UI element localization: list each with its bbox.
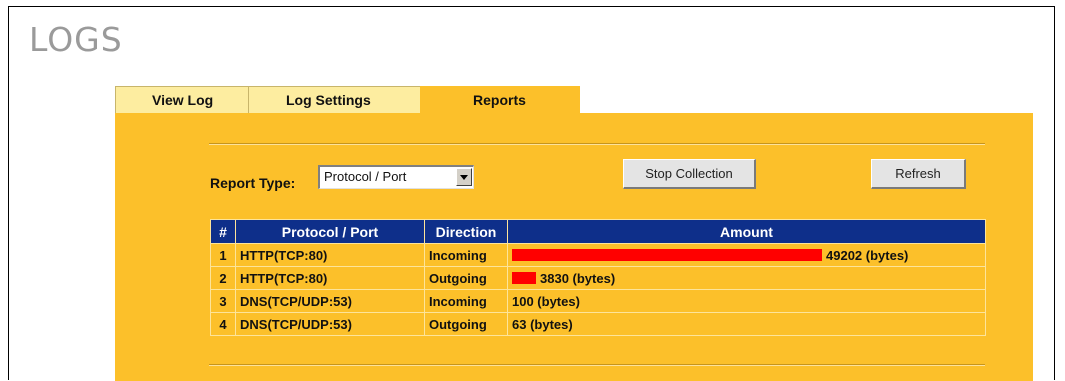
row-amount: 63 (bytes) (508, 313, 985, 335)
divider-top (209, 143, 985, 145)
header-protocol-port: Protocol / Port (236, 220, 424, 243)
page-title: LOGS (29, 20, 123, 59)
table-row: 3 DNS(TCP/UDP:53) Incoming 100 (bytes) (211, 290, 985, 312)
amount-bar (512, 272, 536, 284)
row-direction: Outgoing (425, 267, 507, 289)
row-num: 4 (211, 313, 235, 335)
row-amount: 3830 (bytes) (508, 267, 985, 289)
report-type-label: Report Type: (210, 175, 296, 191)
row-direction: Outgoing (425, 313, 507, 335)
header-direction: Direction (425, 220, 507, 243)
row-num: 3 (211, 290, 235, 312)
table-row: 4 DNS(TCP/UDP:53) Outgoing 63 (bytes) (211, 313, 985, 335)
header-amount: Amount (508, 220, 985, 243)
row-direction: Incoming (425, 290, 507, 312)
refresh-button[interactable]: Refresh (871, 159, 966, 189)
tab-log-settings[interactable]: Log Settings (248, 86, 420, 113)
row-protocol: DNS(TCP/UDP:53) (236, 313, 424, 335)
report-type-select[interactable]: Protocol / Port (318, 165, 474, 189)
report-type-value: Protocol / Port (324, 169, 407, 184)
row-num: 2 (211, 267, 235, 289)
row-protocol: HTTP(TCP:80) (236, 267, 424, 289)
amount-text: 63 (bytes) (512, 316, 573, 332)
amount-text: 49202 (bytes) (826, 247, 909, 263)
amount-text: 3830 (bytes) (540, 270, 616, 286)
stop-collection-button[interactable]: Stop Collection (623, 159, 756, 189)
divider-bottom (209, 364, 985, 366)
row-num: 1 (211, 244, 235, 266)
table-header-row: # Protocol / Port Direction Amount (211, 220, 985, 243)
amount-bar (512, 249, 822, 261)
tab-reports[interactable]: Reports (420, 86, 580, 113)
header-num: # (211, 220, 235, 243)
table-row: 1 HTTP(TCP:80) Incoming 49202 (bytes) (211, 244, 985, 266)
tab-bar: View Log Log Settings Reports (115, 86, 580, 113)
table-row: 2 HTTP(TCP:80) Outgoing 3830 (bytes) (211, 267, 985, 289)
amount-text: 100 (bytes) (512, 293, 580, 309)
row-amount: 49202 (bytes) (508, 244, 985, 266)
reports-panel: Report Type: Protocol / Port Stop Collec… (115, 113, 1033, 381)
row-amount: 100 (bytes) (508, 290, 985, 312)
report-table: # Protocol / Port Direction Amount 1 HTT… (210, 219, 986, 336)
tab-view-log[interactable]: View Log (115, 86, 248, 113)
row-protocol: DNS(TCP/UDP:53) (236, 290, 424, 312)
row-direction: Incoming (425, 244, 507, 266)
chevron-down-icon[interactable] (456, 168, 472, 186)
row-protocol: HTTP(TCP:80) (236, 244, 424, 266)
